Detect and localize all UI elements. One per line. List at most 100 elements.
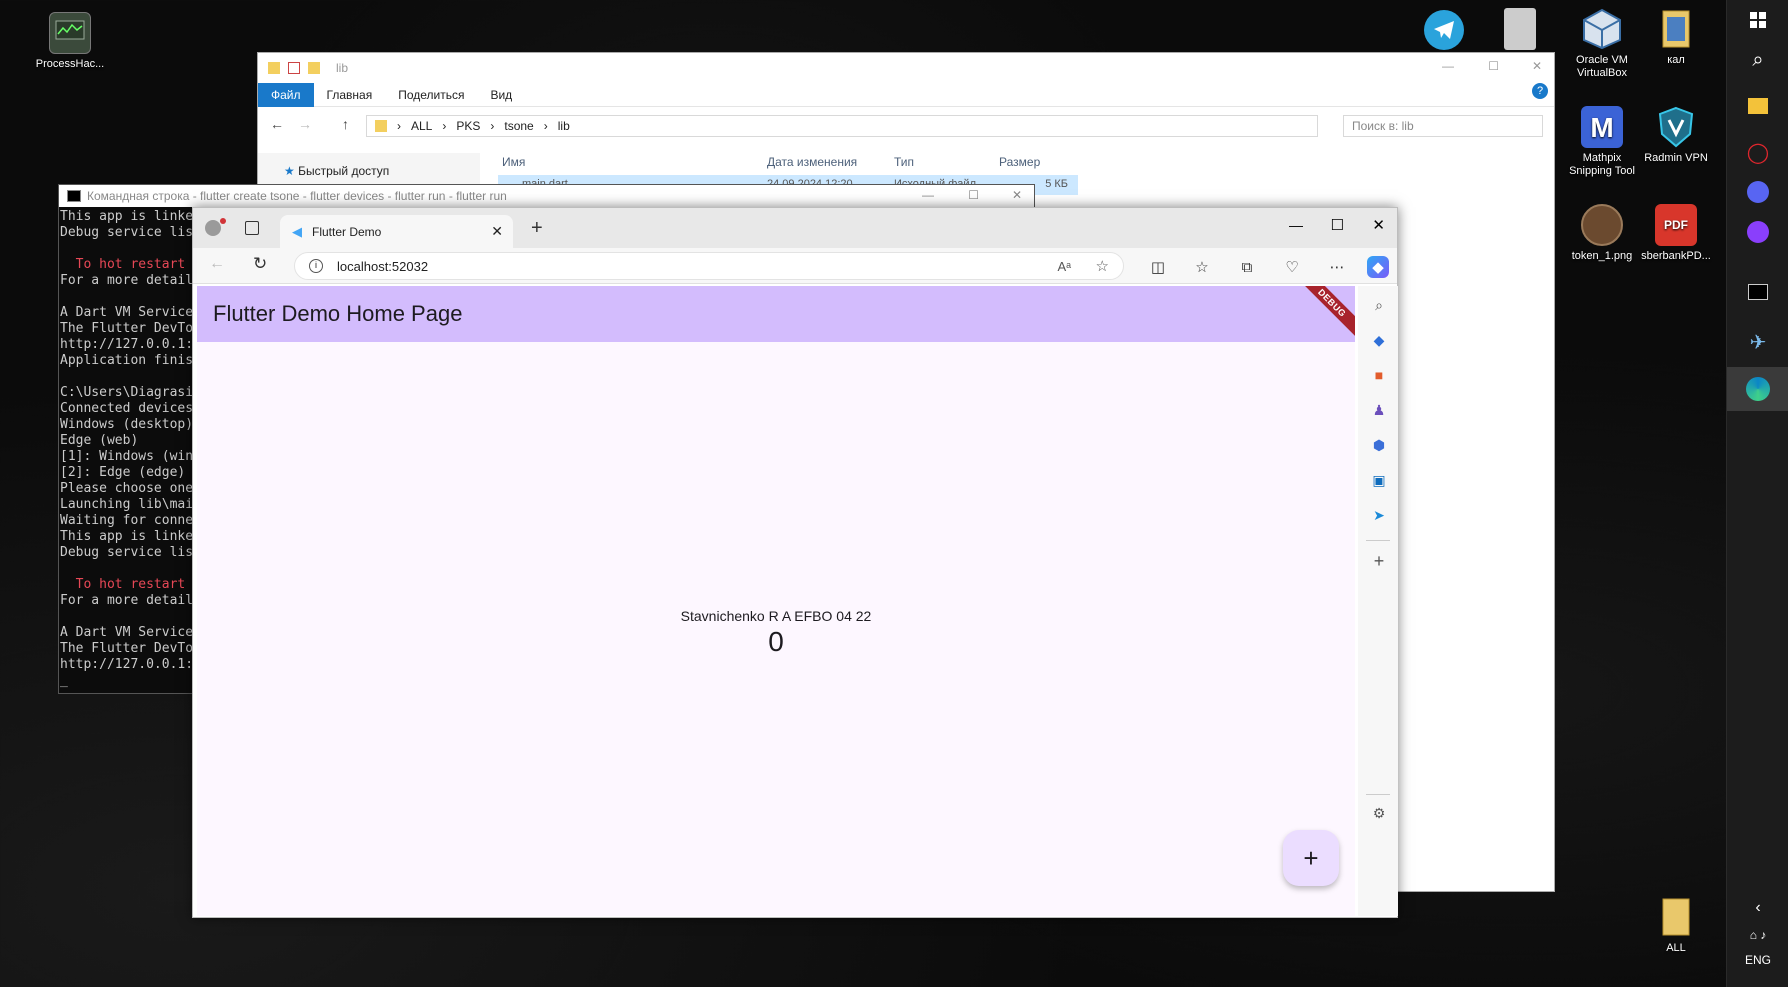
favorite-star-icon[interactable]: ☆ [1096, 257, 1109, 275]
folder-icon [268, 62, 280, 74]
ribbon-tab-share[interactable]: Поделиться [385, 88, 477, 102]
mathpix-icon: M [1581, 106, 1623, 148]
microsoft365-icon[interactable]: ⬢ [1368, 434, 1390, 456]
flutter-app-viewport: Flutter Demo Home Page DEBUG Stavnichenk… [197, 286, 1355, 916]
url-text: localhost:52032 [337, 258, 429, 274]
desktop-icon-folder-all[interactable]: ALL [1638, 896, 1714, 955]
increment-button[interactable]: + [1283, 830, 1339, 886]
more-menu-icon[interactable]: ⋯ [1326, 256, 1348, 278]
copilot-icon[interactable]: ◆ [1367, 256, 1389, 278]
new-tab-icon[interactable]: + [531, 217, 543, 240]
ribbon-tab-home[interactable]: Главная [314, 88, 386, 102]
column-date[interactable]: Дата изменения [767, 155, 857, 169]
star-icon: ★ [284, 164, 295, 178]
add-icon[interactable]: + [1368, 550, 1390, 572]
close-icon[interactable]: ✕ [1012, 188, 1022, 202]
folder-icon [308, 62, 320, 74]
address-bar[interactable]: i localhost:52032 Aᵃ ☆ [294, 252, 1124, 280]
tab-title: Flutter Demo [312, 224, 382, 239]
windows-start-icon[interactable] [1738, 0, 1778, 40]
folder-icon [1655, 8, 1697, 50]
maximize-icon[interactable]: ☐ [1331, 216, 1344, 234]
image-icon [1581, 204, 1623, 246]
file-explorer-icon[interactable] [1738, 86, 1778, 126]
desktop-icon-processhacker[interactable]: ProcessHac... [20, 12, 120, 71]
cmd-title: Командная строка - flutter create tsone … [87, 189, 507, 203]
desktop-icon-token-png[interactable]: token_1.png [1564, 204, 1640, 263]
discord-icon[interactable] [1738, 172, 1778, 212]
edge-icon[interactable] [1727, 367, 1788, 411]
back-icon[interactable]: ← [209, 255, 225, 273]
split-screen-icon[interactable]: ◫ [1147, 256, 1169, 278]
desktop-icon-label: ALL [1666, 942, 1686, 954]
column-type[interactable]: Тип [894, 155, 914, 169]
address-bar[interactable]: › ALL › PKS › tsone › lib [366, 115, 1318, 137]
explorer-titlebar: lib — ☐ ✕ [258, 53, 1554, 83]
info-icon: i [309, 259, 323, 273]
minimize-icon[interactable]: — [1289, 217, 1303, 233]
telegram-icon[interactable] [1424, 10, 1464, 50]
minimize-icon[interactable]: — [1442, 59, 1454, 73]
explorer-ribbon: Файл Главная Поделиться Вид ? [258, 82, 1554, 107]
outlook-icon[interactable]: ▣ [1368, 469, 1390, 491]
help-icon[interactable]: ? [1532, 83, 1548, 99]
close-tab-icon[interactable]: ✕ [491, 223, 503, 240]
maximize-icon[interactable]: ☐ [1488, 59, 1499, 73]
notification-dot-icon [220, 218, 226, 224]
breadcrumb-lib[interactable]: lib [558, 119, 570, 133]
terminal-icon[interactable] [1738, 272, 1778, 312]
app-icon[interactable]: ✈ [1738, 322, 1778, 362]
refresh-icon[interactable]: ↻ [253, 254, 267, 274]
edge-browser-window[interactable]: ◀ Flutter Demo ✕ + — ☐ ✕ ← ↻ i localhost… [192, 207, 1398, 918]
send-icon[interactable]: ➤ [1368, 504, 1390, 526]
maximize-icon[interactable]: ☐ [968, 188, 979, 202]
nav-quick-access[interactable]: ★ Быстрый доступ [284, 164, 480, 178]
breadcrumb-all[interactable]: ALL [411, 119, 432, 133]
browser-essentials-icon[interactable]: ♡ [1281, 256, 1303, 278]
checklist-icon[interactable] [288, 62, 300, 74]
tab-actions-icon[interactable] [245, 221, 259, 235]
app-bar: Flutter Demo Home Page DEBUG [197, 286, 1355, 342]
opera-icon[interactable]: ◯ [1738, 132, 1778, 172]
breadcrumb-tsone[interactable]: tsone [504, 119, 533, 133]
close-icon[interactable]: ✕ [1532, 59, 1542, 73]
desktop-icon-label: token_1.png [1571, 250, 1633, 262]
language-indicator[interactable]: ENG [1738, 940, 1778, 980]
search-icon[interactable]: ⌕ [1738, 40, 1778, 80]
column-name[interactable]: Имя [502, 155, 525, 169]
desktop-icon-mathpix[interactable]: M Mathpix Snipping Tool [1564, 106, 1640, 178]
explorer-title: lib [336, 61, 349, 75]
nav-label: Быстрый доступ [298, 164, 390, 178]
cmd-titlebar: Командная строка - flutter create tsone … [59, 185, 1034, 207]
desktop-icon-label: Mathpix Snipping Tool [1569, 152, 1635, 177]
up-arrow-icon[interactable]: ↑ [342, 116, 349, 132]
profile-icon[interactable] [205, 220, 221, 236]
close-window-icon[interactable]: ✕ [1372, 216, 1385, 234]
radmin-icon [1655, 106, 1697, 148]
search-field[interactable]: Поиск в: lib [1343, 115, 1543, 137]
collections-icon[interactable]: ⧉ [1236, 256, 1258, 278]
pdf-icon: PDF [1655, 204, 1697, 246]
search-icon[interactable]: ⌕ [1368, 294, 1390, 316]
minimize-icon[interactable]: — [922, 188, 934, 202]
desktop-icon-virtualbox[interactable]: Oracle VM VirtualBox [1564, 8, 1640, 80]
github-icon[interactable] [1738, 212, 1778, 252]
file-icon[interactable] [1504, 8, 1536, 50]
forward-arrow-icon[interactable]: → [298, 116, 312, 132]
desktop-icon-sberbank-pdf[interactable]: PDF sberbankPD... [1638, 204, 1714, 263]
tools-icon[interactable]: ■ [1368, 364, 1390, 386]
desktop-icon-folder-kal[interactable]: кал [1638, 8, 1714, 67]
favorites-icon[interactable]: ☆ [1191, 256, 1213, 278]
back-arrow-icon[interactable]: ← [270, 116, 284, 132]
virtualbox-icon [1581, 8, 1623, 50]
ribbon-tab-view[interactable]: Вид [477, 88, 525, 102]
read-aloud-icon[interactable]: Aᵃ [1057, 259, 1071, 274]
desktop-icon-radmin[interactable]: Radmin VPN [1638, 106, 1714, 165]
settings-gear-icon[interactable]: ⚙ [1368, 802, 1390, 824]
shopping-tag-icon[interactable]: ◆ [1368, 329, 1390, 351]
column-size[interactable]: Размер [999, 155, 1040, 169]
games-icon[interactable]: ♟ [1368, 399, 1390, 421]
breadcrumb-pks[interactable]: PKS [456, 119, 480, 133]
ribbon-tab-file[interactable]: Файл [258, 82, 314, 107]
tab-flutter-demo[interactable]: ◀ Flutter Demo ✕ [280, 215, 513, 248]
